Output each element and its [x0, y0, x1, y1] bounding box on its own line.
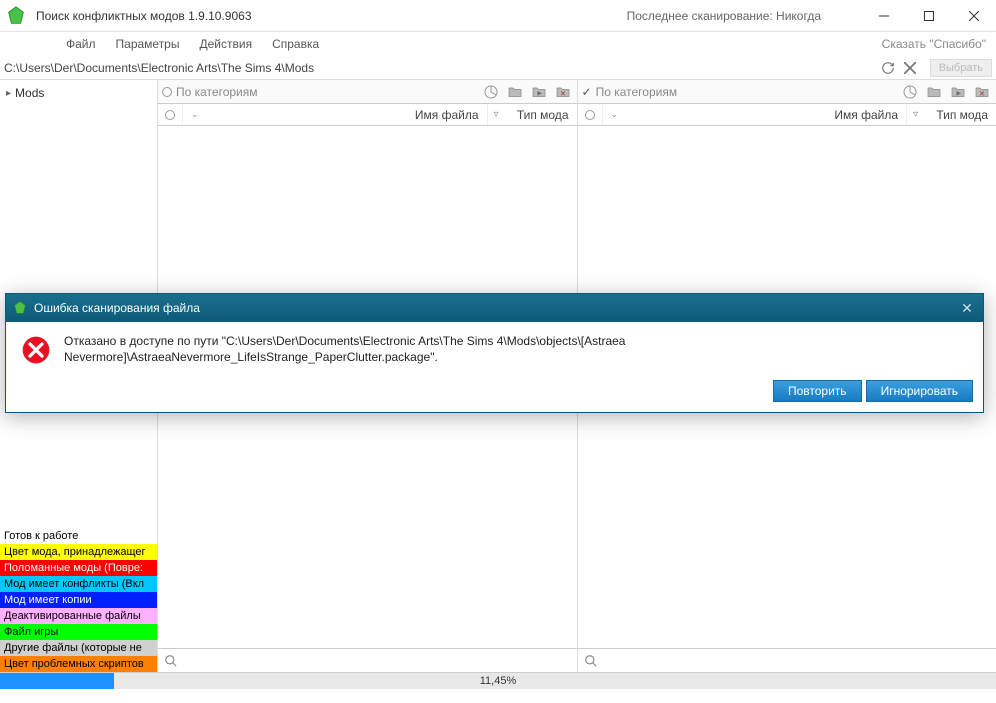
- legend-row: Поломанные моды (Повре:: [0, 560, 157, 576]
- select-all-radio[interactable]: [165, 110, 175, 120]
- folder-x-icon[interactable]: [553, 82, 573, 102]
- col-modtype[interactable]: ▿ Тип мода: [487, 104, 577, 125]
- legend-row: Деактивированные файлы: [0, 608, 157, 624]
- right-search[interactable]: [578, 648, 996, 672]
- col-modtype[interactable]: ▿ Тип мода: [906, 104, 996, 125]
- col-modtype-label: Тип мода: [517, 108, 569, 122]
- dialog-message: Отказано в доступе по пути "C:\Users\Der…: [64, 334, 969, 365]
- left-panel-toolbar: По категориям: [158, 80, 577, 104]
- col-filename-label: Имя файла: [834, 108, 898, 122]
- search-icon: [584, 654, 598, 668]
- col-filename[interactable]: ⌄ Имя файла: [182, 104, 487, 125]
- last-scan-label: Последнее сканирование: Никогда: [627, 9, 821, 23]
- legend-row: Файл игры: [0, 624, 157, 640]
- legend: Готов к работеЦвет мода, принадлежащегПо…: [0, 528, 157, 672]
- dialog-title: Ошибка сканирования файла: [34, 301, 200, 315]
- folder-play-icon[interactable]: [529, 82, 549, 102]
- app-icon: [0, 0, 32, 32]
- right-panel-toolbar: ✓ По категориям: [578, 80, 996, 104]
- path-text: C:\Users\Der\Documents\Electronic Arts\T…: [4, 61, 880, 75]
- category-label[interactable]: По категориям: [596, 85, 896, 99]
- folder-x-icon[interactable]: [972, 82, 992, 102]
- menu-file[interactable]: Файл: [56, 37, 106, 51]
- legend-row: Другие файлы (которые не: [0, 640, 157, 656]
- pie-icon[interactable]: [900, 82, 920, 102]
- ignore-button[interactable]: Игнорировать: [866, 380, 973, 402]
- progress-bar: 11,45%: [0, 672, 996, 689]
- legend-row: Мод имеет конфликты (Вкл: [0, 576, 157, 592]
- menu-params[interactable]: Параметры: [106, 37, 190, 51]
- col-modtype-label: Тип мода: [936, 108, 988, 122]
- maximize-button[interactable]: [906, 0, 951, 32]
- title-bar: Поиск конфликтных модов 1.9.10.9063 Посл…: [0, 0, 996, 32]
- app-icon: [12, 300, 28, 316]
- tree-root-item[interactable]: ▸ Mods: [4, 84, 153, 102]
- right-panel-header: ⌄ Имя файла ▿ Тип мода: [578, 104, 996, 126]
- select-all-radio[interactable]: [585, 110, 595, 120]
- sort-icon: ⌄: [611, 109, 619, 120]
- folder-icon[interactable]: [924, 82, 944, 102]
- legend-row: Готов к работе: [0, 528, 157, 544]
- sort-icon: ⌄: [191, 109, 199, 120]
- dialog-titlebar[interactable]: Ошибка сканирования файла ✕: [6, 294, 983, 322]
- folder-play-icon[interactable]: [948, 82, 968, 102]
- refresh-icon[interactable]: [880, 60, 896, 76]
- legend-row: Цвет мода, принадлежащег: [0, 544, 157, 560]
- minimize-button[interactable]: [861, 0, 906, 32]
- dialog-close-button[interactable]: ✕: [957, 298, 977, 318]
- left-panel-header: ⌄ Имя файла ▿ Тип мода: [158, 104, 577, 126]
- progress-area: 11,45%: [0, 672, 996, 703]
- menu-bar: Файл Параметры Действия Справка Сказать …: [0, 32, 996, 56]
- left-search[interactable]: [158, 648, 577, 672]
- path-bar: C:\Users\Der\Documents\Electronic Arts\T…: [0, 56, 996, 80]
- clear-icon[interactable]: [902, 60, 918, 76]
- category-label[interactable]: По категориям: [176, 85, 477, 99]
- progress-text: 11,45%: [480, 675, 517, 687]
- menu-help[interactable]: Справка: [262, 37, 329, 51]
- col-filename[interactable]: ⌄ Имя файла: [602, 104, 907, 125]
- radio-icon[interactable]: [162, 87, 172, 97]
- pie-icon[interactable]: [481, 82, 501, 102]
- retry-button[interactable]: Повторить: [773, 380, 862, 402]
- legend-row: Мод имеет копии: [0, 592, 157, 608]
- window-title: Поиск конфликтных модов 1.9.10.9063: [32, 9, 252, 23]
- error-dialog: Ошибка сканирования файла ✕ Отказано в д…: [5, 293, 984, 413]
- legend-row: Цвет проблемных скриптов: [0, 656, 157, 672]
- tree-root-label: Mods: [15, 86, 44, 100]
- error-icon: [20, 334, 52, 366]
- folder-icon[interactable]: [505, 82, 525, 102]
- select-button[interactable]: Выбрать: [930, 59, 992, 77]
- close-button[interactable]: [951, 0, 996, 32]
- filter-icon: ▿: [913, 109, 918, 120]
- check-icon[interactable]: ✓: [582, 85, 592, 99]
- menu-actions[interactable]: Действия: [189, 37, 262, 51]
- col-filename-label: Имя файла: [415, 108, 479, 122]
- filter-icon: ▿: [494, 109, 499, 120]
- say-thanks-link[interactable]: Сказать "Спасибо": [882, 37, 986, 51]
- search-icon: [164, 654, 178, 668]
- tree-expand-icon[interactable]: ▸: [6, 88, 11, 99]
